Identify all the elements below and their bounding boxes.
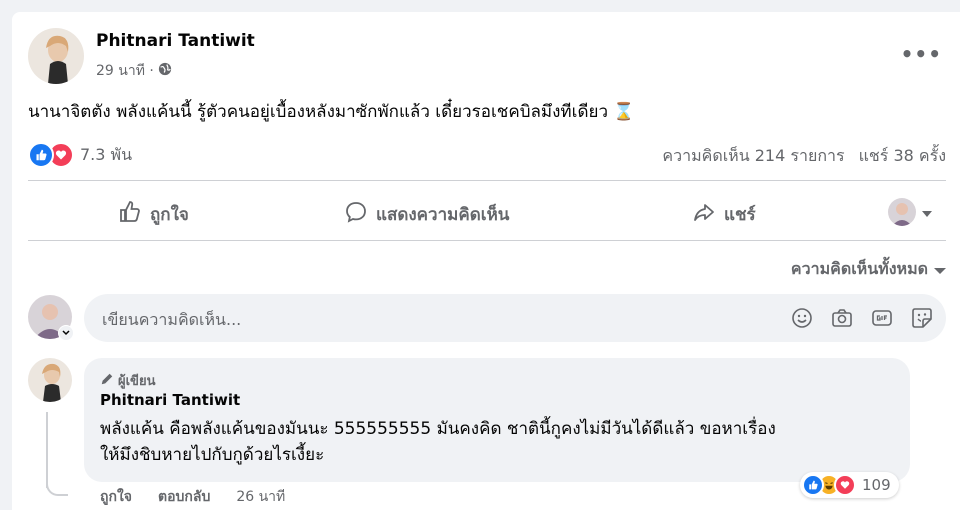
share-label: แชร์ [724,205,756,225]
post-text: นานาจิตตัง พลังแค้นนี้ รู้ตัวคนอยู่เบื้อ… [28,98,635,125]
shares-count[interactable]: แชร์ 38 ครั้ง [859,144,946,169]
like-reaction-icon [802,474,824,496]
hourglass-emoji: ⌛ [613,102,635,122]
comment-reaction-count: 109 [862,476,891,494]
comment-input[interactable]: เขียนความคิดเห็น... [84,294,946,342]
comment-filter-dropdown[interactable]: ความคิดเห็นทั้งหมด [791,257,946,282]
divider [28,240,946,241]
comment-filter-label: ความคิดเห็นทั้งหมด [790,259,928,278]
comment-author-name[interactable]: Phitnari Tantiwit [100,391,240,409]
comments-count[interactable]: ความคิดเห็น 214 รายการ [662,144,844,169]
post-body: นานาจิตตัง พลังแค้นนี้ รู้ตัวคนอยู่เบื้อ… [28,102,609,122]
comment-text-line: พลังแค้น คือพลังแค้นของมันนะ 555555555 ม… [100,419,776,439]
comment-reply-link[interactable]: ตอบกลับ [158,486,210,508]
comment-actions: ถูกใจ ตอบกลับ 26 นาที [100,486,285,508]
comment-bubble: ผู้เขียน Phitnari Tantiwit พลังแค้น คือพ… [84,358,910,482]
post-card: Phitnari Tantiwit 29 นาที · ••• นานาจิตต… [12,12,960,510]
post-stats: ความคิดเห็น 214 รายการ แชร์ 38 ครั้ง [662,144,946,169]
caret-down-icon [934,260,946,279]
like-reaction-icon [28,142,54,168]
comment-reactions[interactable]: 109 [800,472,899,498]
share-button[interactable]: แชร์ [692,200,756,229]
post-author-name[interactable]: Phitnari Tantiwit [96,31,255,51]
globe-icon[interactable] [158,62,172,80]
divider [28,180,946,181]
post-time[interactable]: 29 นาที · [96,60,154,82]
selector-avatar [888,198,916,226]
comment-label: แสดงความคิดเห็น [376,205,510,225]
sticker-icon[interactable] [910,306,934,330]
viewer-avatar[interactable] [28,295,74,341]
gif-icon[interactable] [870,306,894,330]
emoji-icon[interactable] [790,306,814,330]
caret-down-icon [922,203,932,222]
like-button[interactable]: ถูกใจ [118,200,189,229]
more-options-icon[interactable]: ••• [901,42,942,66]
like-label: ถูกใจ [150,205,189,225]
author-badge: ผู้เขียน [100,370,155,391]
post-meta: 29 นาที · [96,60,172,82]
comment-time[interactable]: 26 นาที [236,486,285,508]
comment-text-line: ให้มึงชิบหายไปกับกูด้วยไรเงี้ยะ [100,445,325,465]
author-badge-label: ผู้เขียน [118,374,156,389]
camera-icon[interactable] [830,306,854,330]
pen-icon [100,372,114,390]
chevron-down-icon[interactable] [58,325,74,341]
thumbs-up-icon [118,200,142,229]
comment-input-placeholder: เขียนความคิดเห็น... [102,310,242,329]
post-reactions[interactable]: 7.3 พัน [28,142,132,168]
thread-curve [46,474,68,496]
love-reaction-icon [834,474,856,496]
reaction-count[interactable]: 7.3 พัน [80,143,132,168]
reaction-audience-selector[interactable] [888,198,932,226]
commenter-avatar[interactable] [28,358,72,402]
comment-text: พลังแค้น คือพลังแค้นของมันนะ 555555555 ม… [100,416,900,468]
share-icon [692,200,716,229]
comment-like-link[interactable]: ถูกใจ [100,486,132,508]
comment-icon [344,200,368,229]
composer-icons [790,306,934,330]
comment-button[interactable]: แสดงความคิดเห็น [344,200,509,229]
author-avatar[interactable] [28,28,84,84]
